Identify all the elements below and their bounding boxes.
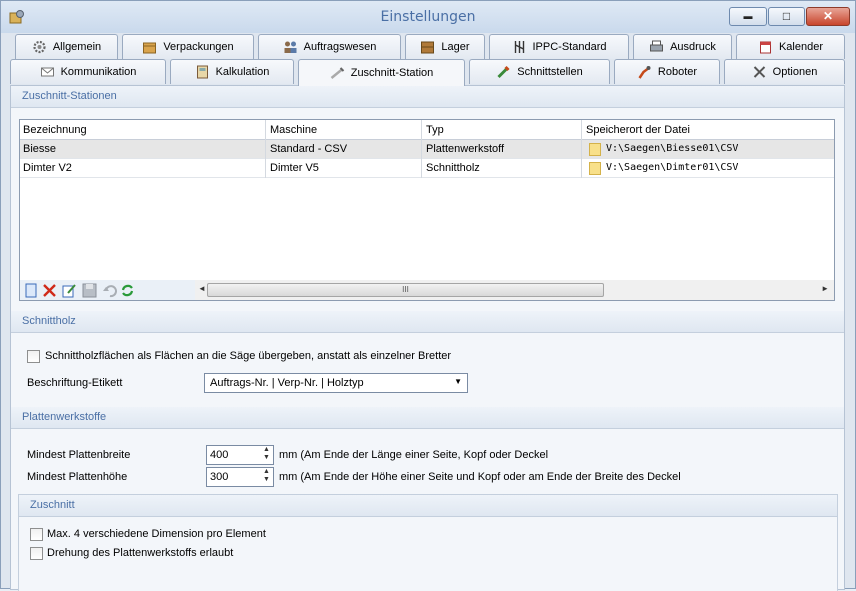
drehung-label: Drehung des Plattenwerkstoffs erlaubt (47, 547, 234, 559)
close-icon: ✕ (822, 9, 834, 23)
robot-icon (638, 66, 651, 79)
maximize-button[interactable]: □ (768, 7, 805, 26)
max-dimension-checkbox[interactable] (30, 528, 43, 541)
cell-name: Biesse (23, 143, 57, 155)
folder-icon[interactable] (589, 162, 601, 175)
tab-auftragswesen[interactable]: Auftragswesen (258, 34, 401, 59)
min-plattenbreite-label: Mindest Plattenbreite (27, 449, 131, 461)
max-dimension-label: Max. 4 verschiedene Dimension pro Elemen… (47, 528, 266, 540)
grid-header: Bezeichnung Maschine Typ Speicherort der… (20, 120, 834, 140)
min-plattenhoehe-label: Mindest Plattenhöhe (27, 471, 128, 483)
zuschnitt-group: Zuschnitt Max. 4 verschiedene Dimension … (18, 494, 838, 591)
col-bezeichnung[interactable]: Bezeichnung (23, 124, 87, 136)
scroll-left-icon[interactable]: ◄ (198, 284, 206, 293)
col-typ[interactable]: Typ (426, 124, 444, 136)
schnittholz-flaechen-label: Schnittholzflächen als Flächen an die Sä… (45, 350, 452, 362)
cell-path: V:\Saegen\Biesse01\CSV (606, 143, 739, 154)
col-speicherort[interactable]: Speicherort der Datei (586, 124, 690, 136)
people-icon (284, 41, 297, 53)
maximize-icon: □ (782, 9, 791, 23)
schnittholz-flaechen-checkbox[interactable] (27, 350, 40, 363)
spin-buttons[interactable]: ▲ ▼ (260, 468, 273, 486)
section-zuschnitt: Zuschnitt (19, 495, 837, 517)
beschriftung-label: Beschriftung-Etikett (27, 377, 123, 389)
scroll-grip: III (402, 285, 409, 294)
window-title: Einstellungen (380, 9, 476, 25)
col-maschine[interactable]: Maschine (270, 124, 317, 136)
tab-allgemein[interactable]: Allgemein (15, 34, 118, 59)
undo-icon[interactable] (102, 283, 117, 298)
cell-path: V:\Saegen\Dimter01\CSV (606, 162, 739, 173)
refresh-icon[interactable] (120, 283, 135, 298)
spin-down-icon[interactable]: ▼ (260, 454, 273, 462)
chevron-down-icon: ▼ (454, 377, 462, 386)
spin-down-icon[interactable]: ▼ (260, 476, 273, 484)
save-icon[interactable] (82, 283, 97, 298)
tab-roboter[interactable]: Roboter (614, 59, 720, 84)
new-icon[interactable] (24, 283, 39, 298)
drehung-checkbox[interactable] (30, 547, 43, 560)
min-plattenhoehe-value: 300 (210, 471, 229, 483)
minimize-button[interactable]: ▬ (729, 7, 767, 26)
calendar-icon (759, 41, 771, 54)
horizontal-scrollbar[interactable]: ◄ III ► (195, 280, 834, 300)
tab-zuschnitt-station[interactable]: Zuschnitt-Station (298, 59, 465, 86)
min-plattenhoehe-hint: mm (Am Ende der Höhe einer Seite und Kop… (279, 471, 681, 483)
tools-icon (753, 66, 765, 78)
mail-icon (40, 67, 54, 77)
tab-kalkulation[interactable]: Kalkulation (170, 59, 294, 84)
min-plattenbreite-hint: mm (Am Ende der Länge einer Seite, Kopf … (279, 449, 549, 461)
tab-content-zuschnitt-station: Zuschnitt-Stationen Bezeichnung Maschine… (10, 85, 845, 591)
scroll-thumb[interactable]: III (207, 283, 604, 297)
folder-icon[interactable] (589, 143, 601, 156)
scroll-right-icon[interactable]: ► (821, 284, 829, 293)
cell-name: Dimter V2 (23, 162, 72, 174)
title-bar[interactable]: Einstellungen ▬ □ ✕ (1, 1, 855, 33)
edit-icon[interactable] (62, 283, 77, 298)
min-plattenbreite-value: 400 (210, 449, 229, 461)
spin-up-icon[interactable]: ▲ (260, 446, 273, 454)
stations-grid[interactable]: Bezeichnung Maschine Typ Speicherort der… (19, 119, 835, 301)
crate-icon (421, 41, 435, 54)
cell-machine: Standard - CSV (270, 143, 348, 155)
tab-ippc-standard[interactable]: IPPC-Standard (489, 34, 629, 59)
tab-kommunikation[interactable]: Kommunikation (10, 59, 166, 84)
minimize-icon: ▬ (743, 11, 753, 21)
tab-kalender[interactable]: Kalender (736, 34, 845, 59)
tab-verpackungen[interactable]: Verpackungen (122, 34, 254, 59)
tab-ausdruck[interactable]: Ausdruck (633, 34, 732, 59)
section-schnittholz: Schnittholz (11, 311, 844, 333)
gear-icon (33, 40, 46, 54)
tab-optionen[interactable]: Optionen (724, 59, 845, 84)
plug-icon (497, 65, 510, 79)
min-plattenbreite-input[interactable]: 400 ▲ ▼ (206, 445, 274, 465)
tab-lager[interactable]: Lager (405, 34, 485, 59)
beschriftung-select[interactable]: Auftrags-Nr. | Verp-Nr. | Holztyp ▼ (204, 373, 468, 393)
cell-type: Schnittholz (426, 162, 480, 174)
beschriftung-value: Auftrags-Nr. | Verp-Nr. | Holztyp (210, 377, 364, 389)
cell-machine: Dimter V5 (270, 162, 319, 174)
settings-window: Einstellungen ▬ □ ✕ Allgemein Verpackung… (0, 0, 856, 591)
tab-schnittstellen[interactable]: Schnittstellen (469, 59, 610, 84)
printer-icon (650, 40, 664, 52)
cell-type: Plattenwerkstoff (426, 143, 505, 155)
section-zuschnitt-stationen: Zuschnitt-Stationen (11, 86, 844, 108)
saw-icon (330, 67, 344, 79)
box-icon (143, 42, 157, 54)
table-row[interactable]: Dimter V2 Dimter V5 Schnittholz V:\Saege… (20, 159, 834, 178)
ippc-icon (514, 41, 524, 53)
section-plattenwerkstoffe: Plattenwerkstoffe (11, 407, 844, 429)
close-button[interactable]: ✕ (806, 7, 850, 26)
table-row[interactable]: Biesse Standard - CSV Plattenwerkstoff V… (20, 140, 834, 159)
grid-toolbar (20, 280, 195, 300)
spin-buttons[interactable]: ▲ ▼ (260, 446, 273, 464)
calculator-icon (196, 65, 208, 79)
min-plattenhoehe-input[interactable]: 300 ▲ ▼ (206, 467, 274, 487)
spin-up-icon[interactable]: ▲ (260, 468, 273, 476)
tab-strip: Allgemein Verpackungen Auftragswesen Lag… (1, 33, 855, 86)
delete-icon[interactable] (42, 283, 57, 298)
